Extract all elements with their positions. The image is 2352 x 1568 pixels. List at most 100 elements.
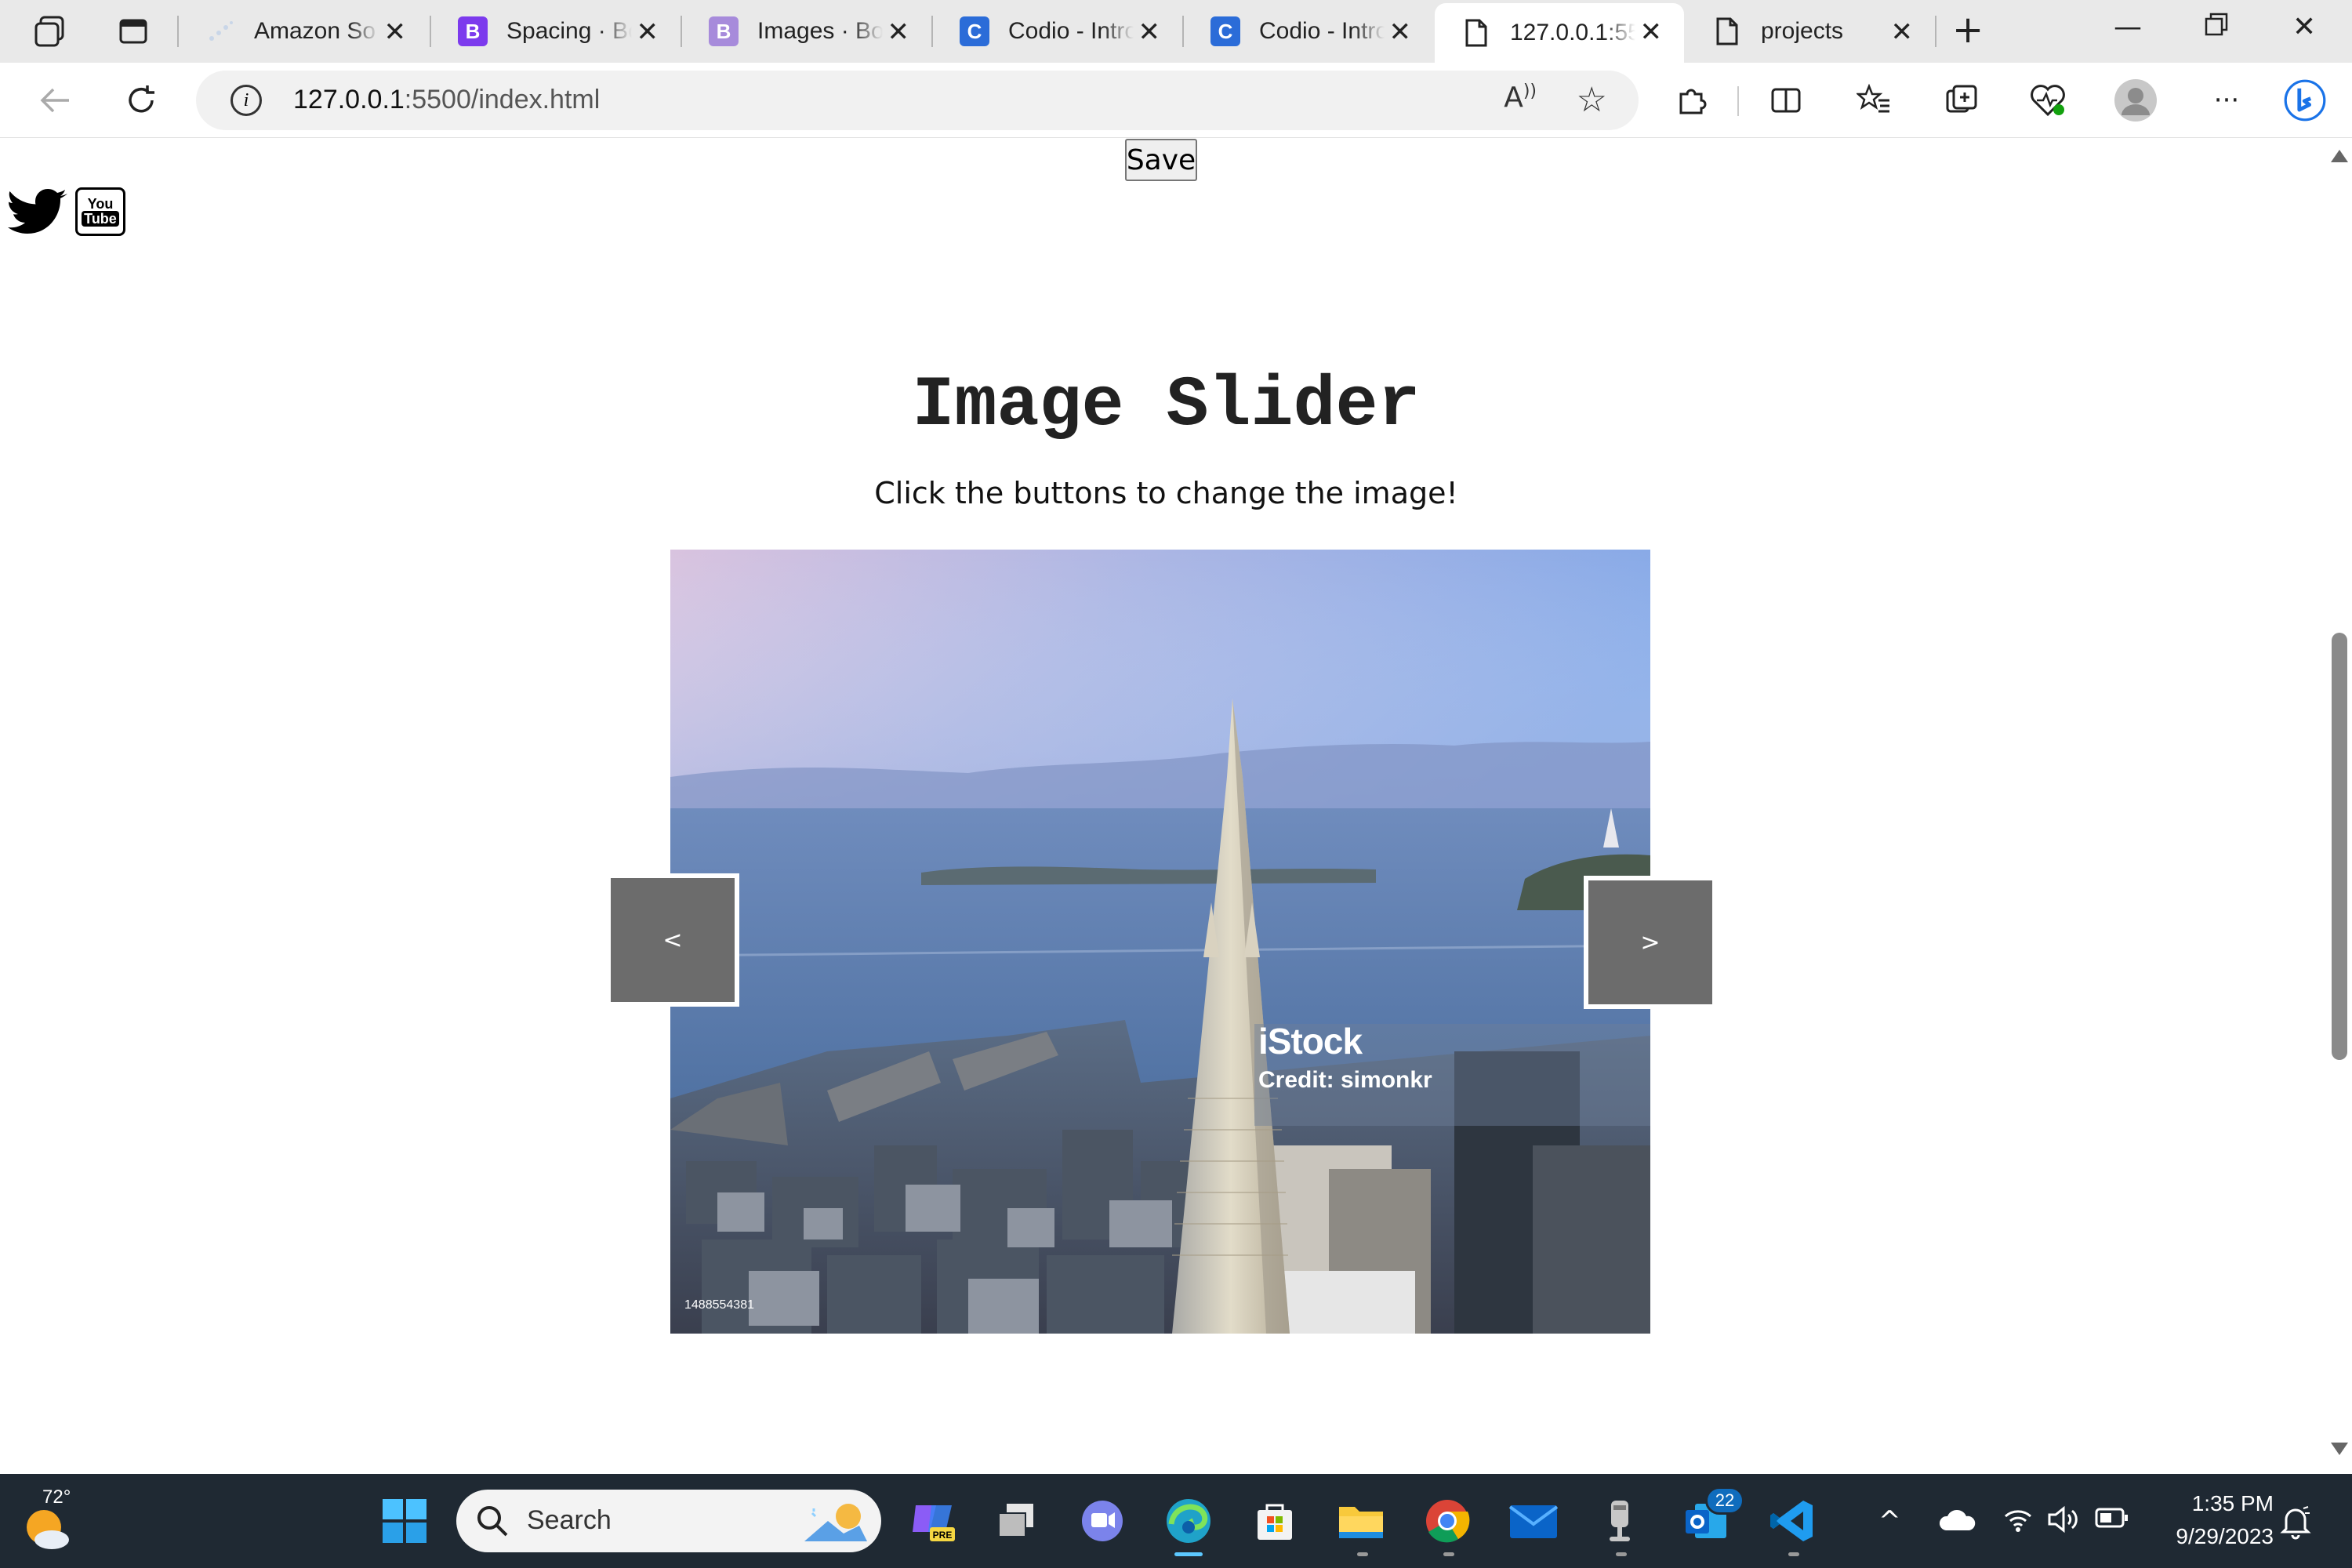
battery-icon[interactable] [2095, 1505, 2129, 1537]
browser-toolbar: i 127.0.0.1:5500/index.html A)) ☆ ··· [0, 63, 2352, 138]
amazon-dots-icon [205, 16, 235, 46]
url-path: :5500/index.html [404, 85, 601, 114]
image-credit: Credit: simonkr [1258, 1067, 1432, 1093]
browser-essentials-icon[interactable] [2026, 78, 2070, 122]
microsoft-store-icon[interactable] [1250, 1496, 1300, 1546]
workspaces-icon[interactable] [28, 9, 72, 53]
chevron-up-icon[interactable]: ^ [1878, 1505, 1901, 1537]
tab-title: 127.0.0.1:55 [1510, 20, 1635, 45]
wifi-icon[interactable] [2002, 1505, 2034, 1541]
close-icon[interactable]: ✕ [384, 19, 407, 45]
tab-images-bootstrap[interactable]: B Images · Bo ✕ [682, 3, 931, 60]
copilot-preview-icon[interactable]: PRE [908, 1496, 958, 1546]
active-app-indicator [1174, 1552, 1203, 1556]
page-viewport: Save You Tube Image Slider Click the but… [8, 139, 2325, 1466]
running-indicator [1443, 1552, 1454, 1556]
page-scrollbar[interactable] [2325, 139, 2352, 1466]
tab-codio-1[interactable]: C Codio - Intro ✕ [933, 3, 1182, 60]
twitter-icon[interactable] [8, 184, 67, 239]
bing-copilot-icon[interactable] [2283, 78, 2327, 122]
favorites-icon[interactable] [1852, 78, 1896, 122]
clock-date: 9/29/2023 [2176, 1524, 2274, 1548]
bootstrap-icon: B [709, 16, 739, 46]
tab-title: projects [1761, 18, 1844, 44]
url-host: 127.0.0.1 [293, 85, 405, 114]
volume-icon[interactable] [2046, 1505, 2081, 1541]
scroll-up-arrow-icon[interactable] [2331, 150, 2348, 162]
close-icon[interactable]: ✕ [1138, 19, 1161, 45]
tab-projects[interactable]: projects ✕ [1686, 3, 1935, 60]
tab-title: Spacing · Bo [506, 18, 632, 44]
teams-chat-icon[interactable] [1077, 1496, 1127, 1546]
taskbar-search-box[interactable]: Search [456, 1490, 881, 1552]
read-aloud-icon[interactable]: A)) [1504, 82, 1537, 114]
restore-icon[interactable] [2203, 11, 2230, 45]
back-arrow-icon[interactable] [33, 78, 77, 122]
minimize-icon[interactable]: — [2114, 11, 2142, 43]
file-explorer-icon[interactable] [1336, 1496, 1386, 1546]
task-view-icon[interactable] [991, 1496, 1041, 1546]
favorite-star-icon[interactable]: ☆ [1577, 80, 1607, 120]
close-icon[interactable]: ✕ [887, 19, 910, 45]
windows-taskbar: 72° Search PRE 22 ^ 1:35 PM 9/29/2023 [0, 1474, 2352, 1568]
tab-title: Codio - Intro [1008, 18, 1134, 44]
image-stock-id: 1488554381 [684, 1298, 754, 1312]
extensions-icon[interactable] [1670, 78, 1714, 122]
tab-separator [1935, 16, 1936, 47]
youtube-icon[interactable]: You Tube [75, 187, 125, 236]
refresh-icon[interactable] [119, 78, 163, 122]
tab-amazon[interactable]: Amazon So ✕ [179, 3, 428, 60]
vscode-icon[interactable] [1767, 1496, 1817, 1546]
tab-strip: Amazon So ✕ B Spacing · Bo ✕ B Images · … [0, 0, 2352, 63]
tab-title: Codio - Intro [1259, 18, 1385, 44]
profile-avatar[interactable] [2114, 78, 2158, 122]
page-icon [1461, 18, 1491, 48]
split-screen-icon[interactable] [1764, 78, 1808, 122]
tab-spacing-bootstrap[interactable]: B Spacing · Bo ✕ [431, 3, 681, 60]
search-highlight-icon [804, 1504, 867, 1541]
system-clock[interactable]: 1:35 PM 9/29/2023 [2148, 1491, 2274, 1549]
site-info-icon[interactable]: i [230, 85, 262, 116]
page-title: Image Slider [912, 366, 1421, 446]
tab-codio-2[interactable]: C Codio - Intro ✕ [1184, 3, 1433, 60]
notifications-icon[interactable] [2280, 1505, 2311, 1547]
search-icon [477, 1506, 508, 1537]
collections-icon[interactable] [1940, 78, 1984, 122]
tab-localhost[interactable]: 127.0.0.1:55 ✕ [1435, 3, 1684, 63]
social-links: You Tube [8, 184, 125, 239]
weather-temperature: 72° [42, 1486, 71, 1508]
mail-count-badge: 22 [1705, 1486, 1744, 1515]
mail-icon[interactable] [1508, 1496, 1559, 1546]
running-indicator [1788, 1552, 1799, 1556]
clock-time: 1:35 PM [2191, 1491, 2274, 1515]
close-icon[interactable]: ✕ [637, 19, 659, 45]
page-icon [1712, 16, 1742, 46]
more-menu-icon[interactable]: ··· [2205, 78, 2249, 122]
address-bar[interactable]: i 127.0.0.1:5500/index.html A)) ☆ [196, 71, 1639, 130]
edge-browser-icon[interactable] [1163, 1496, 1214, 1546]
start-windows-icon[interactable] [379, 1496, 430, 1546]
codio-icon: C [960, 16, 989, 46]
running-indicator [1616, 1552, 1627, 1556]
scroll-down-arrow-icon[interactable] [2331, 1443, 2348, 1455]
url-text[interactable]: 127.0.0.1:5500/index.html [293, 85, 600, 115]
close-window-icon[interactable]: ✕ [2292, 11, 2316, 43]
scrollbar-thumb[interactable] [2332, 633, 2347, 1060]
toolbar-divider [1737, 86, 1739, 116]
search-placeholder: Search [527, 1505, 612, 1535]
prev-slide-button[interactable]: < [606, 873, 739, 1007]
onedrive-icon[interactable] [1938, 1507, 1976, 1539]
new-tab-icon[interactable]: + [1952, 11, 1984, 49]
next-slide-button[interactable]: > [1584, 876, 1717, 1009]
save-button[interactable]: Save [1125, 139, 1197, 181]
svg-text:PRE: PRE [933, 1530, 953, 1541]
running-indicator [1357, 1552, 1368, 1556]
weather-widget[interactable]: 72° [20, 1486, 91, 1557]
close-icon[interactable]: ✕ [1640, 19, 1663, 45]
voice-recorder-icon[interactable] [1595, 1496, 1645, 1546]
close-icon[interactable]: ✕ [1389, 19, 1412, 45]
page-subtitle: Click the buttons to change the image! [874, 476, 1458, 510]
chrome-icon[interactable] [1422, 1496, 1472, 1546]
close-icon[interactable]: ✕ [1891, 19, 1914, 45]
vertical-tabs-icon[interactable] [111, 9, 155, 53]
